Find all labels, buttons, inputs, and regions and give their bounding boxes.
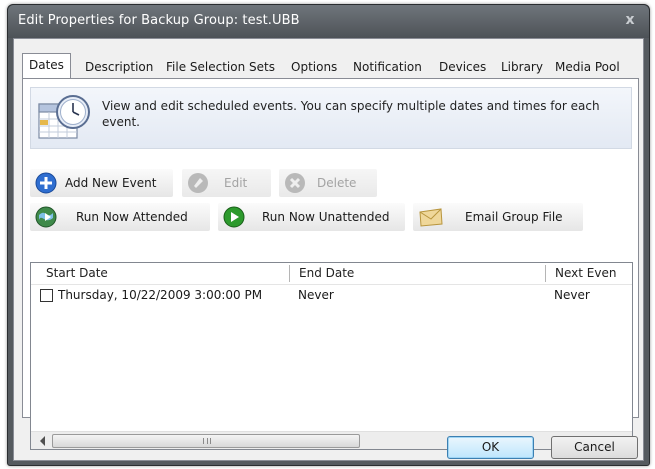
run-now-unattended-button[interactable]: Run Now Unattended <box>218 203 405 231</box>
edit-button[interactable]: Edit <box>182 169 271 197</box>
tab-media-pool[interactable]: Media Pool <box>552 58 623 78</box>
play-icon <box>223 206 245 228</box>
close-button[interactable]: x <box>620 11 640 29</box>
tab-dates[interactable]: Dates <box>22 53 71 79</box>
column-divider[interactable] <box>289 265 290 282</box>
list-header: Start Date End Date Next Even <box>31 263 632 285</box>
column-divider[interactable] <box>545 265 546 282</box>
email-group-file-label: Email Group File <box>465 210 563 224</box>
cell-start-date: Thursday, 10/22/2009 3:00:00 PM <box>58 288 263 302</box>
edit-icon <box>188 173 208 193</box>
delete-icon <box>285 173 305 193</box>
scroll-left-arrow-icon[interactable] <box>40 436 45 446</box>
run-now-attended-button[interactable]: Run Now Attended <box>30 203 210 231</box>
events-list[interactable]: Start Date End Date Next Even Thursday, … <box>30 262 633 450</box>
column-next-event[interactable]: Next Even <box>555 266 616 280</box>
row-checkbox[interactable] <box>40 289 53 302</box>
horizontal-scrollbar[interactable] <box>31 431 632 449</box>
cell-end-date: Never <box>298 288 334 302</box>
tab-strip: Dates Description File Selection Sets Op… <box>22 53 642 79</box>
ok-button[interactable]: OK <box>447 436 534 459</box>
scroll-thumb[interactable] <box>52 434 360 448</box>
edit-label: Edit <box>224 176 248 190</box>
tab-options[interactable]: Options <box>288 58 340 78</box>
run-now-unattended-label: Run Now Unattended <box>262 210 390 224</box>
tab-file-selection-sets[interactable]: File Selection Sets <box>163 58 278 78</box>
delete-button[interactable]: Delete <box>279 169 377 197</box>
cell-next-event: Never <box>554 288 590 302</box>
globe-run-icon <box>35 206 57 228</box>
title-bar: Edit Properties for Backup Group: test.U… <box>8 5 649 38</box>
table-row[interactable]: Thursday, 10/22/2009 3:00:00 PM Never Ne… <box>31 286 632 304</box>
email-group-file-button[interactable]: Email Group File <box>413 203 583 231</box>
tab-notification[interactable]: Notification <box>350 58 425 78</box>
calendar-clock-icon <box>38 95 90 139</box>
add-new-event-label: Add New Event <box>65 176 157 190</box>
tab-library[interactable]: Library <box>498 58 546 78</box>
add-icon <box>35 172 57 194</box>
dialog-client: Dates Description File Selection Sets Op… <box>13 38 644 461</box>
cancel-button[interactable]: Cancel <box>551 436 638 459</box>
column-end-date[interactable]: End Date <box>299 266 354 280</box>
scroll-grip-icon <box>203 438 211 444</box>
dialog-window: Edit Properties for Backup Group: test.U… <box>7 4 650 466</box>
info-banner: View and edit scheduled events. You can … <box>30 87 632 149</box>
info-text: View and edit scheduled events. You can … <box>102 99 600 129</box>
add-new-event-button[interactable]: Add New Event <box>30 169 173 197</box>
tab-description[interactable]: Description <box>82 58 156 78</box>
window-title: Edit Properties for Backup Group: test.U… <box>18 13 300 28</box>
dates-tab-panel: View and edit scheduled events. You can … <box>22 78 639 450</box>
column-start-date[interactable]: Start Date <box>46 266 108 280</box>
envelope-icon <box>419 208 443 227</box>
tab-devices[interactable]: Devices <box>436 58 489 78</box>
run-now-attended-label: Run Now Attended <box>76 210 188 224</box>
delete-label: Delete <box>317 176 357 190</box>
